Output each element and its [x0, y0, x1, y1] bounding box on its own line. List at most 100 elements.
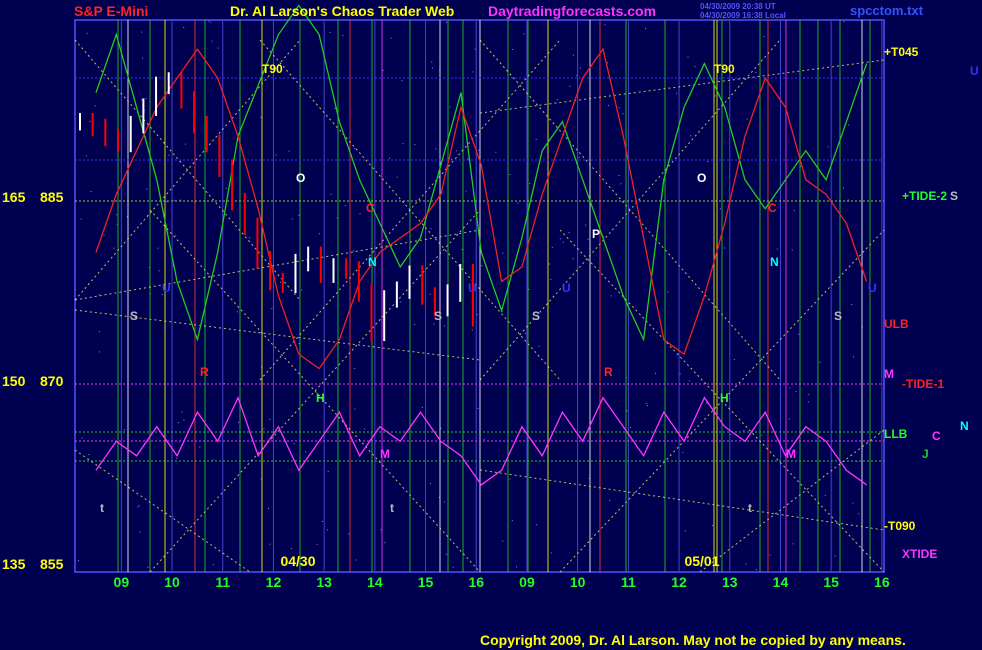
legend-label: LLB [884, 427, 908, 441]
star [684, 530, 686, 532]
x-tick: 14 [773, 574, 789, 590]
star [280, 281, 282, 283]
star [585, 224, 587, 226]
star [431, 61, 433, 63]
annotation: T90 [262, 62, 283, 76]
star [706, 402, 708, 404]
star [353, 250, 355, 252]
star [847, 199, 849, 201]
star [819, 361, 821, 363]
star [78, 560, 79, 562]
star [183, 419, 185, 421]
star [316, 543, 318, 545]
star [572, 258, 574, 260]
star [290, 548, 292, 549]
star [432, 67, 433, 69]
star [354, 408, 356, 410]
star [843, 21, 845, 22]
star [618, 175, 620, 176]
star [94, 105, 96, 107]
star [579, 67, 581, 69]
annotation: U [162, 281, 171, 295]
star [354, 147, 356, 149]
star [694, 66, 696, 68]
star [474, 48, 476, 50]
annotation: t [100, 501, 104, 515]
star [626, 410, 628, 412]
x-tick: 15 [418, 574, 434, 590]
star [853, 356, 854, 358]
star [578, 156, 580, 158]
star [538, 345, 540, 347]
star [342, 35, 344, 37]
star [291, 218, 293, 220]
legend-label: C [932, 429, 941, 443]
star [516, 566, 517, 568]
timestamp-ut: 04/30/2009 20:38 UT [700, 2, 776, 11]
star [824, 494, 826, 496]
star [568, 232, 570, 234]
star [354, 368, 356, 369]
date-label: 04/30 [280, 553, 315, 569]
star [610, 295, 612, 297]
star [761, 434, 763, 436]
star [852, 502, 854, 504]
x-tick: 12 [671, 574, 687, 590]
star [444, 501, 446, 503]
star [477, 407, 479, 409]
star [177, 422, 179, 424]
star [793, 210, 795, 212]
annotation: P [592, 227, 600, 241]
star [525, 333, 527, 335]
star [827, 146, 829, 148]
star [509, 174, 511, 175]
y-tick-left: 135 [2, 556, 26, 572]
star [719, 208, 721, 210]
star [435, 148, 437, 150]
chart-background [0, 0, 982, 650]
star [445, 553, 447, 555]
star [682, 451, 684, 453]
star [98, 351, 100, 353]
annotation: R [200, 365, 209, 379]
star [502, 540, 504, 542]
star [769, 554, 771, 556]
star [559, 238, 561, 240]
star [476, 314, 478, 315]
star [124, 429, 125, 431]
star [535, 138, 537, 140]
star [80, 218, 82, 220]
star [181, 411, 183, 413]
star [98, 294, 100, 296]
star [268, 508, 270, 509]
star [730, 434, 732, 436]
star [211, 40, 213, 42]
star [724, 247, 726, 249]
star [523, 33, 525, 35]
x-tick: 16 [874, 574, 890, 590]
star [137, 506, 139, 508]
star [549, 384, 551, 386]
y-tick-left: 150 [2, 373, 26, 389]
annotation: M [786, 447, 796, 461]
star [788, 418, 790, 420]
star [688, 380, 690, 382]
star [755, 71, 757, 73]
star [301, 289, 303, 291]
x-tick: 10 [570, 574, 586, 590]
star [776, 248, 778, 250]
star [212, 459, 214, 461]
x-tick: 13 [316, 574, 332, 590]
star [145, 98, 147, 100]
annotation: O [296, 171, 305, 185]
star [690, 135, 692, 137]
star [146, 188, 148, 190]
legend-label: +TIDE-2 [902, 189, 947, 203]
y-tick-right: 870 [40, 373, 64, 389]
star [449, 106, 451, 108]
star [608, 105, 609, 107]
star [714, 95, 716, 97]
star [330, 193, 332, 195]
star [763, 36, 765, 37]
star [384, 542, 386, 544]
